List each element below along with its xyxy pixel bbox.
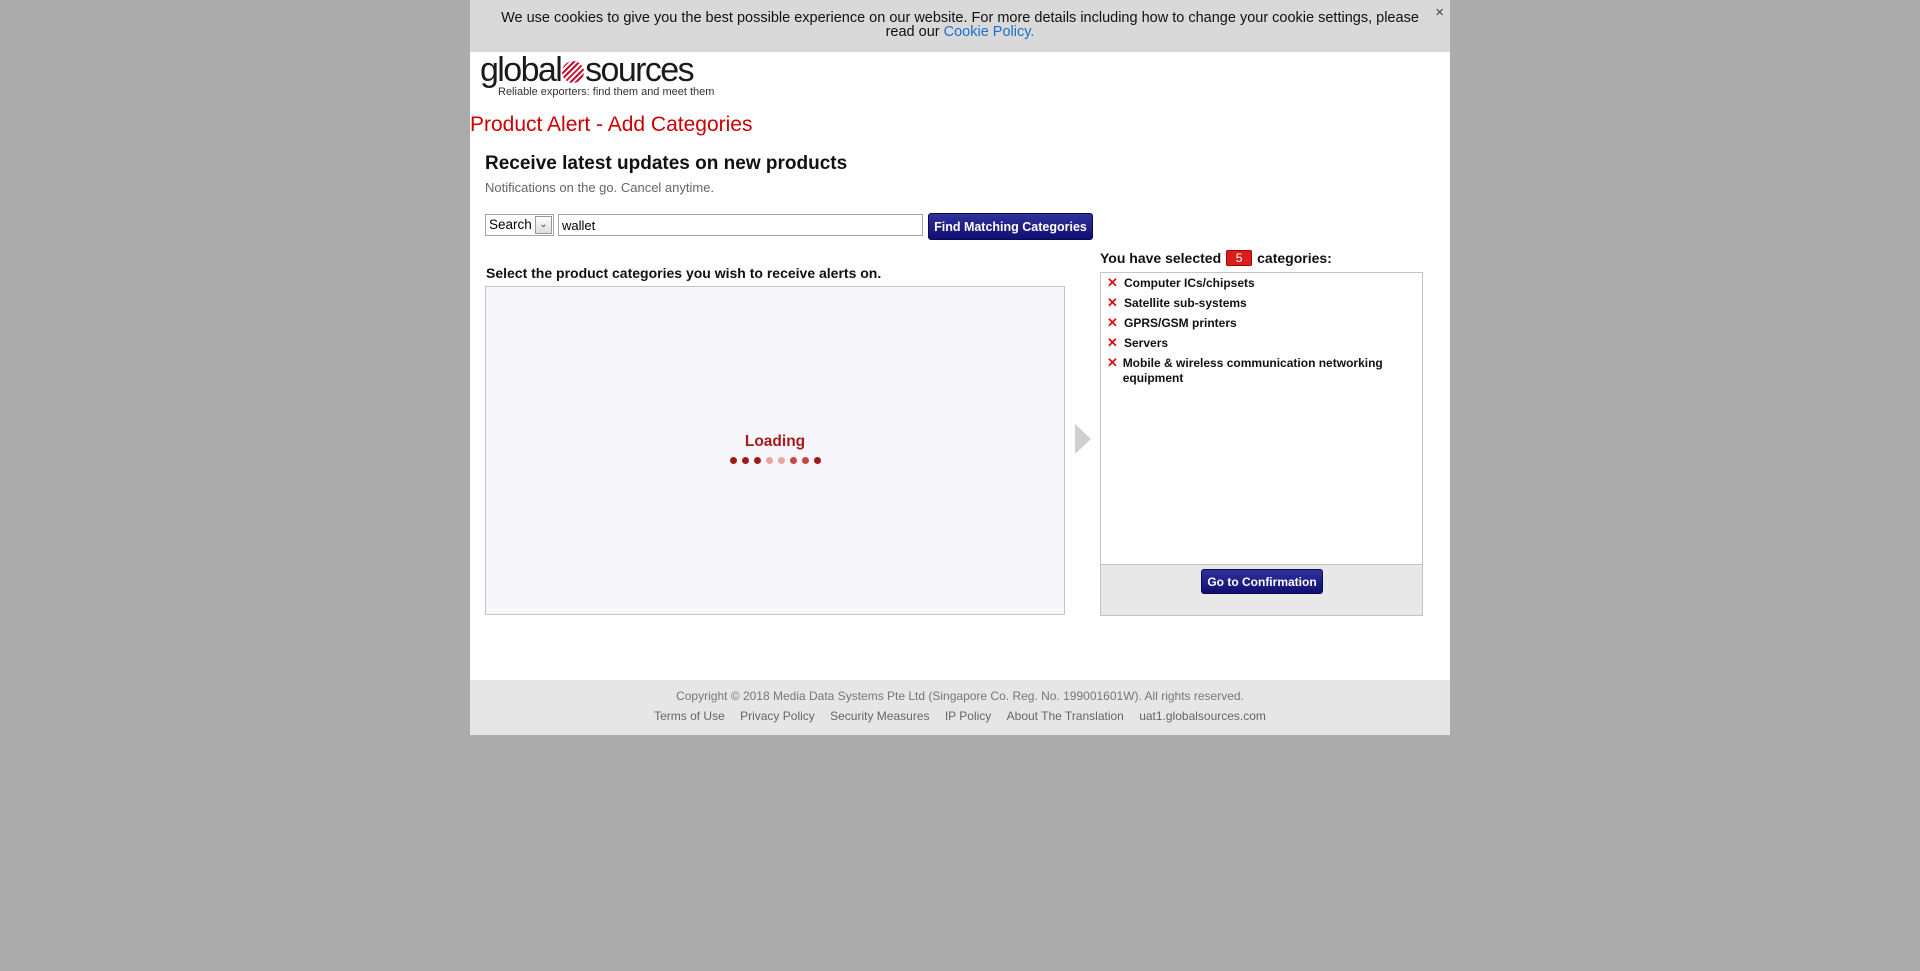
chevron-down-icon[interactable]: ⌄	[535, 216, 552, 234]
copyright-text: Copyright © 2018 Media Data Systems Pte …	[676, 689, 1244, 703]
page-container: We use cookies to give you the best poss…	[470, 0, 1450, 735]
cookie-policy-link[interactable]: Cookie Policy.	[944, 24, 1035, 40]
remove-x-icon[interactable]: ✕	[1107, 356, 1119, 370]
remove-x-icon[interactable]: ✕	[1107, 316, 1120, 330]
footer-link-ip-policy[interactable]: IP Policy	[945, 709, 991, 723]
selected-category-item: ✕ Servers	[1107, 336, 1414, 351]
loading-dot	[753, 457, 761, 464]
loading-dot	[729, 457, 737, 464]
loading-dot	[789, 457, 797, 464]
selected-suffix: categories:	[1257, 250, 1332, 266]
remove-x-icon[interactable]: ✕	[1107, 276, 1120, 290]
categories-instruction: Select the product categories you wish t…	[486, 265, 882, 281]
selected-prefix: You have selected	[1100, 250, 1222, 266]
loading-dot	[813, 457, 821, 464]
selected-category-label: Satellite sub-systems	[1124, 296, 1247, 310]
loading-dot	[777, 457, 785, 464]
logo-text-left: global	[480, 51, 563, 89]
selected-category-item: ✕ Satellite sub-systems	[1107, 296, 1414, 311]
footer-links: Terms of Use Privacy Policy Security Mea…	[470, 709, 1450, 723]
logo-wordmark: global sources	[480, 52, 714, 88]
logo-tagline: Reliable exporters: find them and meet t…	[498, 86, 715, 98]
footer-link-translation[interactable]: About The Translation	[1007, 709, 1124, 723]
go-to-confirmation-button[interactable]: Go to Confirmation	[1201, 569, 1323, 594]
footer-link-terms[interactable]: Terms of Use	[654, 709, 725, 723]
headline: Receive latest updates on new products	[485, 153, 848, 174]
remove-x-icon[interactable]: ✕	[1107, 336, 1120, 350]
subheadline: Notifications on the go. Cancel anytime.	[485, 180, 715, 195]
footer-link-security[interactable]: Security Measures	[830, 709, 929, 723]
selected-category-label: Mobile & wireless communication networki…	[1122, 356, 1383, 385]
selected-count-badge: 5	[1226, 250, 1253, 266]
loading-dot	[801, 457, 809, 464]
search-type-select[interactable]: Search ⌄	[485, 214, 554, 236]
category-browser-panel: Loading	[485, 286, 1065, 615]
globe-stripes-icon	[562, 61, 585, 83]
search-input[interactable]	[558, 214, 923, 236]
selected-categories-list: ✕ Computer ICs/chipsets ✕ Satellite sub-…	[1101, 273, 1422, 386]
footer-link-domain[interactable]: uat1.globalsources.com	[1139, 709, 1266, 723]
search-type-value: Search	[489, 217, 532, 232]
selected-category-label: Computer ICs/chipsets	[1124, 276, 1255, 290]
close-icon[interactable]: ×	[1435, 4, 1444, 21]
loading-text: Loading	[744, 433, 806, 450]
selected-categories-panel: ✕ Computer ICs/chipsets ✕ Satellite sub-…	[1100, 272, 1423, 616]
loading-dot	[741, 457, 749, 464]
selected-category-item: ✕ Computer ICs/chipsets	[1107, 276, 1414, 291]
selected-count-label: You have selected 5 categories:	[1100, 250, 1332, 266]
loading-spinner-icon	[486, 457, 1064, 464]
selected-panel-footer: Go to Confirmation	[1101, 564, 1422, 615]
footer-link-privacy[interactable]: Privacy Policy	[740, 709, 815, 723]
arrow-right-icon	[1075, 424, 1091, 454]
cookie-banner: We use cookies to give you the best poss…	[470, 0, 1450, 52]
remove-x-icon[interactable]: ✕	[1107, 296, 1120, 310]
loading-dot	[765, 457, 773, 464]
selected-category-item: ✕ Mobile & wireless communication networ…	[1107, 356, 1414, 386]
find-matching-categories-button[interactable]: Find Matching Categories	[928, 213, 1093, 240]
logo[interactable]: global sources Reliable exporters: find …	[480, 52, 714, 98]
selected-category-label: GPRS/GSM printers	[1124, 316, 1237, 330]
page-title: Product Alert - Add Categories	[470, 113, 753, 136]
logo-text-right: sources	[585, 51, 694, 89]
selected-category-label: Servers	[1124, 336, 1169, 350]
selected-category-item: ✕ GPRS/GSM printers	[1107, 316, 1414, 331]
page-footer: Copyright © 2018 Media Data Systems Pte …	[470, 680, 1450, 735]
cookie-message: We use cookies to give you the best poss…	[500, 11, 1420, 40]
